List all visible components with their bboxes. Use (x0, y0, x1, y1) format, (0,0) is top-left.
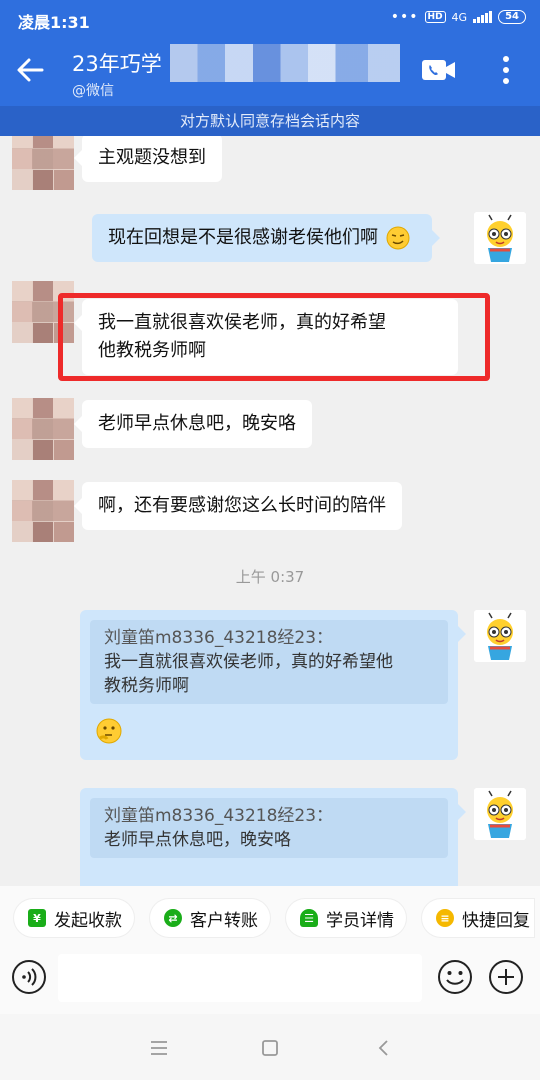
chat-subtitle: @微信 (72, 83, 114, 99)
system-icons: ••• HD 4G 54 (391, 9, 526, 25)
more-notifications-icon: ••• (390, 9, 419, 25)
quick-reply-icon: ≡ (436, 909, 454, 927)
quick-action-label: 客户转账 (190, 910, 258, 931)
message-bubble[interactable]: 现在回想是不是很感谢老侯他们啊 (92, 214, 440, 262)
message-text: 老师早点休息吧，晚安咯 (98, 413, 296, 434)
collect-payment-button[interactable]: ¥ 发起收款 (14, 899, 134, 937)
quick-action-label: 学员详情 (326, 910, 394, 931)
quoted-message[interactable]: 刘童笛m8336_43218经23： 老师早点休息吧，晚安咯 (90, 798, 448, 858)
network-type: 4G (451, 10, 468, 24)
hd-voice-badge: HD (424, 11, 446, 23)
student-details-button[interactable]: ☰ 学员详情 (286, 899, 406, 937)
quote-author: 刘童笛m8336_43218经23： (104, 628, 334, 648)
message-text: 主观题没想到 (98, 147, 206, 168)
contact-avatar[interactable] (12, 480, 74, 542)
contact-avatar[interactable] (12, 136, 74, 190)
back-icon[interactable] (374, 1038, 394, 1058)
quick-action-label: 快捷回复 (462, 910, 530, 931)
customer-transfer-button[interactable]: ⇄ 客户转账 (150, 899, 270, 937)
message-bubble[interactable]: 老师早点休息吧，晚安咯 (74, 400, 312, 448)
status-bar: 凌晨1:31 ••• HD 4G 54 (0, 0, 540, 38)
back-arrow-icon[interactable] (16, 56, 44, 84)
more-options-icon[interactable] (496, 54, 516, 86)
message-bubble[interactable]: 主观题没想到 (74, 136, 222, 182)
emoji-icon[interactable] (437, 959, 473, 995)
plus-icon[interactable] (488, 959, 524, 995)
my-avatar-bee-icon[interactable] (474, 788, 526, 840)
menu-icon[interactable] (149, 1038, 169, 1058)
message-text: 啊，还有要感谢您这么长时间的陪伴 (98, 495, 386, 516)
input-bar (0, 950, 540, 1014)
message-bubble[interactable]: 啊，还有要感谢您这么长时间的陪伴 (74, 482, 402, 530)
status-time: 凌晨1:31 (18, 13, 90, 32)
message-text: 现在回想是不是很感谢老侯他们啊 (108, 227, 378, 248)
message-input[interactable] (58, 954, 422, 1002)
contact-avatar[interactable] (12, 398, 74, 460)
reply-bubble[interactable]: 刘童笛m8336_43218经23： 我一直就很喜欢侯老师，真的好希望他 教税务… (80, 610, 466, 760)
yuan-icon: ¥ (28, 909, 46, 927)
my-avatar-bee-icon[interactable] (474, 212, 526, 264)
signal-icon (473, 11, 493, 23)
home-icon[interactable] (260, 1038, 280, 1058)
reply-bubble[interactable]: 刘童笛m8336_43218经23： 老师早点休息吧，晚安咯 (80, 788, 466, 886)
user-card-icon: ☰ (300, 909, 318, 927)
thinking-face-icon (96, 718, 122, 744)
quoted-message[interactable]: 刘童笛m8336_43218经23： 我一直就很喜欢侯老师，真的好希望他 教税务… (90, 620, 448, 704)
chat-header: 23年巧学 @微信 (0, 38, 540, 106)
quick-reply-button[interactable]: ≡ 快捷回复 (422, 899, 534, 937)
quote-text-line: 教税务师啊 (104, 676, 189, 696)
quote-text-line: 我一直就很喜欢侯老师，真的好希望他 (104, 652, 393, 672)
my-avatar-bee-icon[interactable] (474, 610, 526, 662)
message-timestamp: 上午 0:37 (235, 568, 305, 586)
system-navigation-bar (0, 1014, 540, 1080)
chat-area[interactable]: 主观题没想到 现在回想是不是很感谢老侯他们啊 我一直就很喜欢侯老师，真的好希望 … (0, 136, 540, 886)
chat-title: 23年巧学 (72, 52, 162, 76)
blurred-name (170, 44, 400, 82)
video-call-icon[interactable] (422, 58, 456, 82)
transfer-icon: ⇄ (164, 909, 182, 927)
quick-action-label: 发起收款 (54, 910, 122, 931)
quote-text-line: 老师早点休息吧，晚安咯 (104, 830, 291, 850)
battery-level: 54 (498, 10, 526, 24)
quick-action-bar: ¥ 发起收款 ⇄ 客户转账 ☰ 学员详情 ≡ 快捷回复 (0, 886, 540, 950)
archive-notice: 对方默认同意存档会话内容 (0, 106, 540, 136)
highlight-box (58, 293, 490, 381)
quote-author: 刘童笛m8336_43218经23： (104, 806, 334, 826)
voice-input-icon[interactable] (11, 959, 47, 995)
smirk-emoji-icon (386, 226, 410, 250)
